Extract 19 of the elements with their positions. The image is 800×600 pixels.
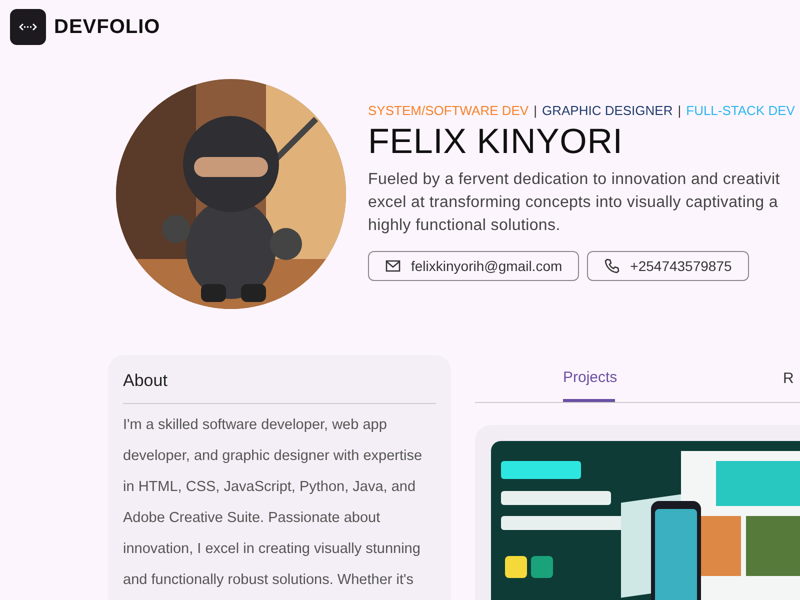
tab[interactable]: R [783,355,794,402]
role-label: SYSTEM/SOFTWARE DEV [368,103,529,118]
logo-text[interactable]: DEVFOLIO [54,16,160,38]
about-title: About [123,371,436,404]
separator: | [678,103,682,118]
role-label: FULL-STACK DEV [686,103,795,118]
description-line: excel at transforming concepts into visually captivating a [368,193,780,213]
description-line: highly functional solutions. [368,216,562,236]
separator: | [534,103,537,118]
logo-icon[interactable] [10,9,46,45]
email-button[interactable]: felixkinyorih@gmail.com [368,251,580,281]
tab[interactable]: Projects [563,355,615,402]
description-line: Fueled by a fervent dedication to innovation and creativit [368,170,781,190]
phone-button[interactable]: +254743579875 [587,251,749,281]
phone-icon [604,258,620,274]
role-label: GRAPHIC DESIGNER [542,103,673,118]
mail-icon [385,258,401,274]
profile-name: FELIX KINYORI [368,122,624,162]
about-text: I'm a skilled software developer, web app developer, and graphic designer with expertise in HTML, CSS, JavaScript, Python, Java, and Adobe Creative Suite. Passionate about innovation, I excel in creating visually stunning and functionally robust solutions. Whether it's [123,416,424,590]
